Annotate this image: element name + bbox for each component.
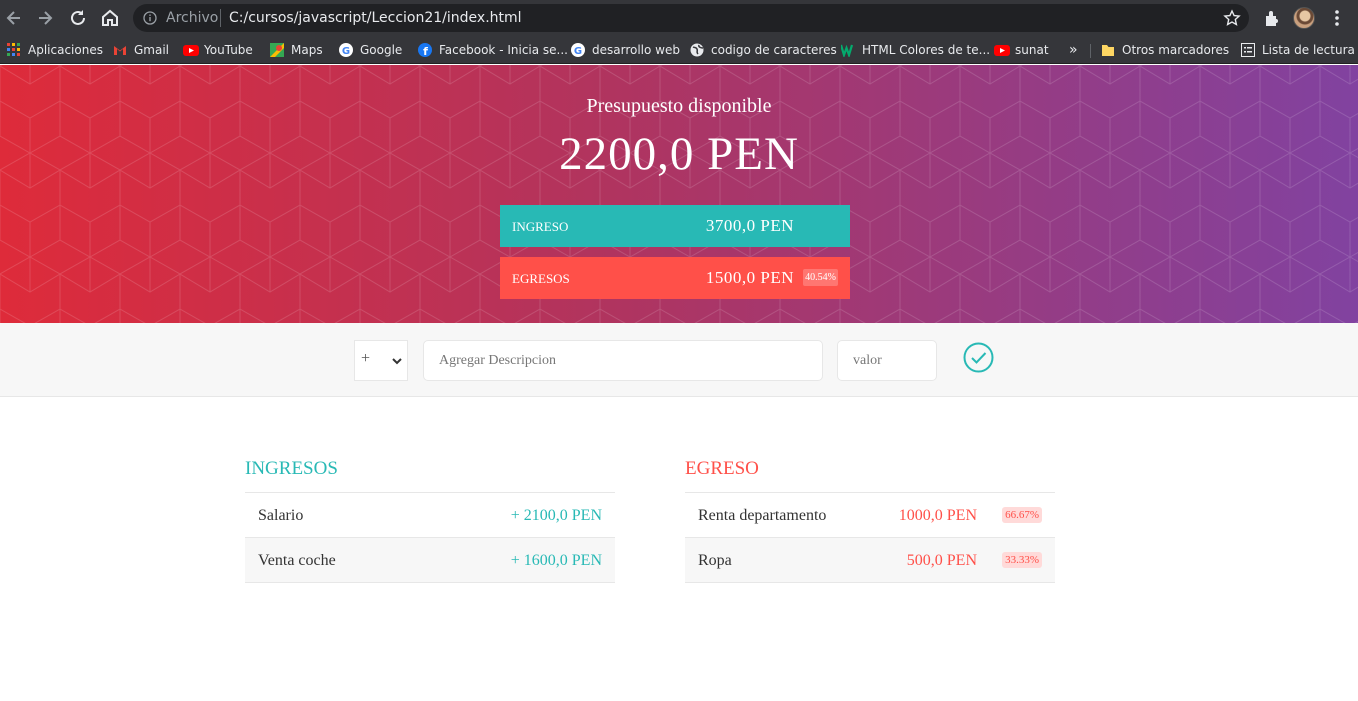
bookmark-google[interactable]: G Google xyxy=(339,41,402,59)
bookmark-label: Google xyxy=(360,43,403,57)
bookmark-label: desarrollo web xyxy=(592,43,680,57)
home-icon[interactable] xyxy=(100,8,120,28)
bookmark-label: Otros marcadores xyxy=(1122,43,1230,57)
add-entry-button[interactable] xyxy=(962,341,995,374)
back-icon[interactable] xyxy=(4,8,24,28)
svg-text:f: f xyxy=(423,45,428,57)
bookmark-label: Maps xyxy=(291,43,323,57)
expense-row[interactable]: Renta departamento 1000,0 PEN 66.67% xyxy=(685,493,1055,538)
info-icon[interactable] xyxy=(143,11,157,25)
overflow-chevron: » xyxy=(1069,42,1078,58)
bookmark-label: sunat xyxy=(1015,43,1049,57)
expense-description: Ropa xyxy=(698,552,732,569)
address-bar[interactable]: Archivo C:/cursos/javascript/Leccion21/i… xyxy=(133,4,1249,32)
income-summary-value: 3700,0 PEN xyxy=(705,216,794,235)
reading-list-button[interactable]: Lista de lectura xyxy=(1241,41,1355,59)
bookmarks-overflow-button[interactable]: » xyxy=(1069,41,1078,59)
expense-percent-badge: 33.33% xyxy=(1002,552,1042,568)
omnibox-divider xyxy=(220,9,221,27)
svg-text:G: G xyxy=(574,46,582,57)
bookmark-desarrollo-web[interactable]: G desarrollo web xyxy=(571,41,680,59)
site-info-label: Archivo xyxy=(166,10,219,26)
income-list: INGRESOS Salario + 2100,0 PEN Venta coch… xyxy=(245,455,615,583)
description-input[interactable] xyxy=(423,340,823,381)
folder-icon xyxy=(1101,43,1115,57)
bookmark-label: YouTube xyxy=(204,43,253,57)
income-row[interactable]: Salario + 2100,0 PEN xyxy=(245,493,615,538)
check-circle-icon xyxy=(963,342,994,373)
bookmark-aplicaciones[interactable]: Aplicaciones xyxy=(7,41,103,59)
bookmarks-bar: Aplicaciones Gmail YouTube Maps G Google… xyxy=(0,36,1358,64)
menu-kebab-icon[interactable] xyxy=(1327,8,1347,28)
income-description: Venta coche xyxy=(258,552,336,569)
expense-summary-value: 1500,0 PEN xyxy=(705,268,794,287)
youtube-icon xyxy=(183,43,199,57)
budget-title: Presupuesto disponible xyxy=(586,95,772,117)
type-select-value: + xyxy=(361,350,371,367)
expense-description: Renta departamento xyxy=(698,507,827,524)
expense-percent-badge: 66.67% xyxy=(1002,507,1042,523)
bookmark-maps[interactable]: Maps xyxy=(270,41,323,59)
bookmarks-divider xyxy=(1090,44,1091,58)
url-text[interactable]: C:/cursos/javascript/Leccion21/index.htm… xyxy=(229,10,522,26)
expense-value: 500,0 PEN xyxy=(906,552,977,569)
bookmark-label: Aplicaciones xyxy=(28,43,103,57)
google-icon: G xyxy=(339,43,353,57)
bookmark-sunat[interactable]: sunat xyxy=(994,41,1049,59)
bookmark-facebook[interactable]: f Facebook - Inicia se... xyxy=(418,41,568,59)
bookmark-label: Gmail xyxy=(134,43,170,57)
expense-summary: EGRESOS 1500,0 PEN 40.54% xyxy=(500,257,850,299)
browser-toolbar: Archivo C:/cursos/javascript/Leccion21/i… xyxy=(0,0,1358,36)
income-list-title: INGRESOS xyxy=(245,455,615,493)
bookmark-html-colores[interactable]: HTML Colores de te... xyxy=(839,41,991,59)
bookmark-label: Lista de lectura xyxy=(1262,43,1355,57)
bookmark-label: codigo de caracteres xyxy=(711,43,837,57)
income-summary-label: INGRESO xyxy=(512,219,569,234)
income-value: + 1600,0 PEN xyxy=(510,552,602,569)
forward-icon[interactable] xyxy=(35,8,55,28)
type-select[interactable]: + xyxy=(354,340,408,381)
bookmark-label: HTML Colores de te... xyxy=(862,43,991,57)
svg-text:G: G xyxy=(342,46,350,57)
expense-row[interactable]: Ropa 500,0 PEN 33.33% xyxy=(685,538,1055,583)
expense-summary-label: EGRESOS xyxy=(512,271,570,286)
income-value: + 2100,0 PEN xyxy=(510,507,602,524)
income-row[interactable]: Venta coche + 1600,0 PEN xyxy=(245,538,615,583)
w3-icon xyxy=(839,43,855,59)
extensions-icon[interactable] xyxy=(1262,8,1282,28)
bookmark-otros-marcadores[interactable]: Otros marcadores xyxy=(1101,41,1229,59)
income-summary: INGRESO 3700,0 PEN xyxy=(500,205,850,247)
expense-value: 1000,0 PEN xyxy=(898,507,977,524)
apps-grid-icon xyxy=(7,43,21,57)
maps-icon xyxy=(270,43,284,57)
income-description: Salario xyxy=(258,507,304,524)
gmail-icon xyxy=(113,43,127,57)
youtube-icon xyxy=(994,43,1010,57)
expense-list: EGRESO Renta departamento 1000,0 PEN 66.… xyxy=(685,455,1055,583)
bookmark-youtube[interactable]: YouTube xyxy=(183,41,253,59)
globe-icon xyxy=(690,43,704,57)
bookmark-gmail[interactable]: Gmail xyxy=(113,41,169,59)
profile-avatar[interactable] xyxy=(1293,7,1315,29)
bookmark-codigo-caracteres[interactable]: codigo de caracteres xyxy=(690,41,837,59)
bookmark-star-icon[interactable] xyxy=(1223,9,1241,27)
add-entry-bar: + xyxy=(0,323,1358,397)
chevron-down-icon xyxy=(391,354,403,372)
bookmark-label: Facebook - Inicia se... xyxy=(439,43,568,57)
budget-total: 2200,0 PEN xyxy=(559,128,799,180)
expense-list-title: EGRESO xyxy=(685,455,1055,493)
facebook-icon: f xyxy=(418,43,432,58)
reading-list-icon xyxy=(1241,43,1255,57)
google-icon: G xyxy=(571,43,585,57)
reload-icon[interactable] xyxy=(68,8,88,28)
budget-header: Presupuesto disponible 2200,0 PEN INGRES… xyxy=(0,65,1358,323)
value-input[interactable] xyxy=(837,340,937,381)
expense-summary-percent: 40.54% xyxy=(803,269,838,286)
